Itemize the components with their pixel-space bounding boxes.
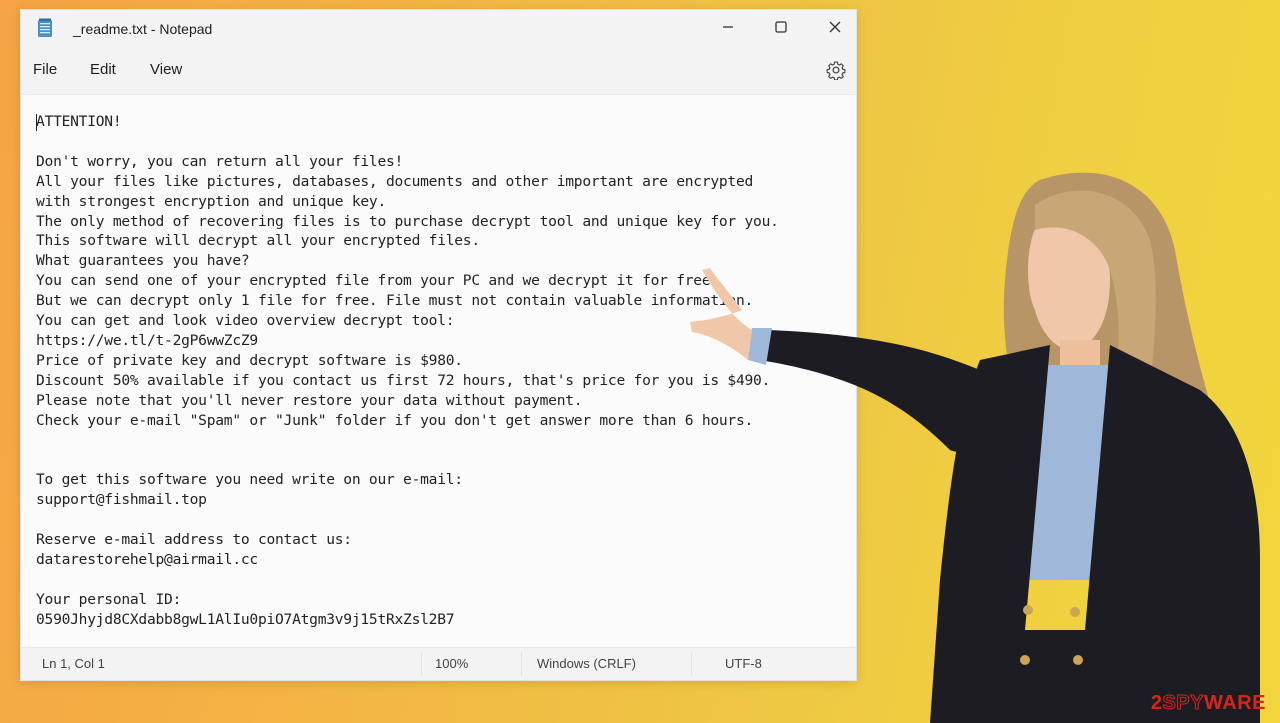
blazer-button bbox=[1070, 607, 1080, 617]
close-icon bbox=[829, 21, 841, 33]
blazer-button bbox=[1023, 605, 1033, 615]
cursor-position: Ln 1, Col 1 bbox=[42, 656, 105, 671]
minimize-button[interactable] bbox=[701, 10, 755, 44]
menu-file[interactable]: File bbox=[33, 61, 57, 78]
minimize-icon bbox=[723, 26, 733, 28]
maximize-icon bbox=[775, 21, 787, 33]
blazer-button bbox=[1020, 655, 1030, 665]
text-caret bbox=[36, 114, 37, 131]
notepad-icon bbox=[38, 18, 52, 37]
gear-icon[interactable] bbox=[826, 60, 846, 80]
maximize-button[interactable] bbox=[754, 10, 808, 44]
menu-bar: File Edit View bbox=[21, 48, 856, 95]
status-divider bbox=[521, 652, 522, 676]
pointing-hand bbox=[690, 268, 752, 360]
blazer-button bbox=[1073, 655, 1083, 665]
status-divider bbox=[421, 652, 422, 676]
logo-spy: SPY bbox=[1162, 692, 1204, 715]
close-button[interactable] bbox=[808, 10, 862, 44]
title-bar[interactable]: _readme.txt - Notepad bbox=[21, 10, 856, 48]
window-title: _readme.txt - Notepad bbox=[73, 21, 213, 37]
menu-edit[interactable]: Edit bbox=[90, 61, 116, 78]
zoom-level: 100% bbox=[435, 656, 469, 671]
line-ending: Windows (CRLF) bbox=[537, 656, 636, 671]
logo-ware: WARE bbox=[1204, 692, 1266, 714]
pointing-arm bbox=[760, 330, 983, 452]
logo-prefix: 2 bbox=[1150, 692, 1163, 714]
menu-view[interactable]: View bbox=[150, 61, 182, 78]
presenter-illustration bbox=[690, 172, 1260, 723]
2spyware-logo: 2SPYWARE bbox=[1151, 692, 1266, 715]
